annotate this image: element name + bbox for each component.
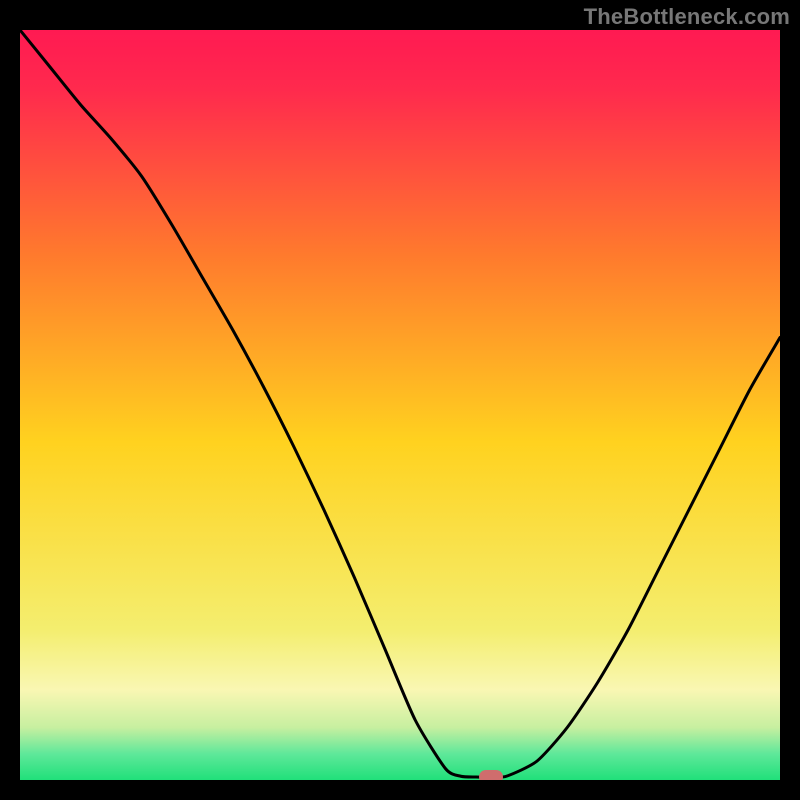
plot-area <box>20 30 780 780</box>
chart-background <box>20 30 780 780</box>
chart-frame: TheBottleneck.com <box>0 0 800 800</box>
watermark-text: TheBottleneck.com <box>584 4 790 30</box>
bottleneck-marker <box>479 770 503 780</box>
chart-svg <box>20 30 780 780</box>
